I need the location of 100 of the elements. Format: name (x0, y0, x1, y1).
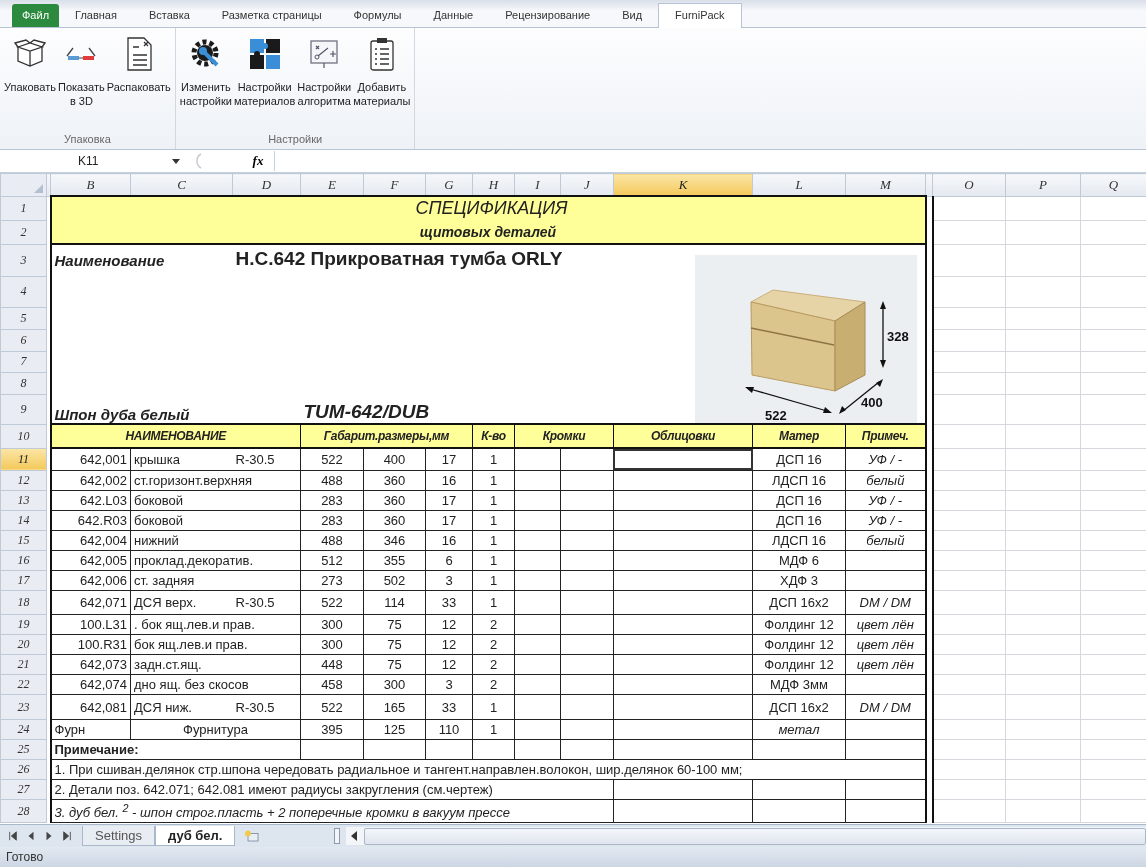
table-cell: 1 (472, 570, 515, 591)
ribbon-tab[interactable]: Данные (417, 4, 490, 27)
table-cell: 283 (300, 510, 364, 531)
table-cell: 12 (425, 614, 473, 635)
name-box[interactable]: K11 (0, 154, 170, 168)
table-cell: . бок ящ.лев.и прав. (130, 614, 301, 635)
ribbon-tab[interactable]: Главная (59, 4, 133, 27)
ribbon-tab[interactable]: Вставка (132, 4, 206, 27)
table-cell: 642,002 (50, 470, 131, 491)
group-label: Упаковка (63, 132, 112, 147)
table-cell: бок ящ.лев.и прав. (130, 634, 301, 655)
ribbon-button[interactable]: Упаковать (3, 32, 57, 130)
row-header[interactable]: 25 (0, 739, 47, 760)
row-header[interactable]: 6 (0, 329, 47, 351)
table-cell: R-30.5 (232, 448, 301, 471)
table-cell: 400 (363, 448, 426, 471)
table-header-cell: Облицовки (613, 424, 753, 448)
row-header[interactable]: 22 (0, 674, 47, 695)
row-header[interactable]: 26 (0, 759, 47, 780)
row-header[interactable]: 23 (0, 694, 47, 720)
table-cell: 75 (363, 614, 426, 635)
column-header[interactable]: P (1005, 173, 1081, 196)
ribbon-button[interactable]: Настройки материалов (232, 32, 297, 130)
row-header[interactable]: 17 (0, 570, 47, 591)
first-sheet-icon[interactable] (8, 831, 18, 841)
table-cell: 75 (363, 654, 426, 675)
table-cell: 360 (363, 490, 426, 511)
select-all-icon[interactable] (34, 183, 43, 193)
column-header[interactable]: K (613, 173, 753, 196)
table-cell: 165 (363, 694, 426, 720)
column-header[interactable]: Q (1080, 173, 1146, 196)
row-header[interactable]: 10 (0, 424, 47, 448)
table-cell: ДСП 16x2 (752, 590, 846, 615)
table-cell: 448 (300, 654, 364, 675)
dimension-label: 522 (764, 408, 787, 423)
active-cell[interactable] (613, 449, 753, 470)
row-header[interactable]: 18 (0, 590, 47, 615)
ribbon-button[interactable]: Распаковать (105, 32, 172, 130)
table-cell: 642,073 (50, 654, 131, 675)
ribbon-button[interactable]: Показать в 3D (57, 32, 106, 130)
table-cell: 1 (472, 470, 515, 491)
table-cell: Фурнитура (130, 719, 301, 740)
ribbon-button[interactable]: Изменить настройки (178, 32, 233, 130)
table-cell: Фолдинг 12 (752, 654, 846, 675)
row-header[interactable]: 12 (0, 470, 47, 491)
table-cell: 12 (425, 654, 473, 675)
ribbon-button[interactable]: Добавить материалы (352, 32, 412, 130)
table-cell: 33 (425, 694, 473, 720)
table-cell: 512 (300, 550, 364, 571)
split-handle[interactable] (333, 828, 340, 844)
last-sheet-icon[interactable] (62, 831, 73, 841)
insert-function-button[interactable]: fx (244, 152, 272, 170)
row-header[interactable]: 8 (0, 372, 47, 394)
row-header[interactable]: 15 (0, 530, 47, 551)
row-header[interactable]: 9 (0, 394, 47, 424)
ribbon-tab[interactable]: FurniPack (658, 3, 742, 28)
row-header[interactable]: 16 (0, 550, 47, 571)
table-header-cell: К-во (472, 424, 515, 448)
table-cell: МДФ 6 (752, 550, 846, 571)
sheet-tab[interactable]: дуб бел. (155, 826, 236, 846)
open-box-icon (14, 39, 46, 69)
row-header[interactable]: 4 (0, 276, 47, 307)
table-cell: Фолдинг 12 (752, 614, 846, 635)
row-header[interactable]: 24 (0, 719, 47, 740)
row-header[interactable]: 13 (0, 490, 47, 511)
row-header[interactable]: 2 (0, 220, 47, 244)
row-header[interactable]: 5 (0, 307, 47, 329)
caret-icon[interactable] (172, 158, 180, 164)
table-cell: 360 (363, 510, 426, 531)
dimension-label: 400 (860, 395, 883, 410)
row-header[interactable]: 3 (0, 244, 47, 276)
table-cell: 2 (472, 674, 515, 695)
ribbon-tab[interactable]: Файл (12, 4, 60, 27)
table-cell: метал (752, 719, 846, 740)
row-header[interactable]: 19 (0, 614, 47, 635)
row-header[interactable]: 21 (0, 654, 47, 675)
row-header[interactable]: 20 (0, 634, 47, 655)
dimension-arrow (838, 379, 883, 414)
ribbon-tab[interactable]: Вид (606, 4, 659, 27)
table-cell: 360 (363, 470, 426, 491)
spec-subtitle: щитовых деталей (50, 220, 926, 244)
row-header[interactable]: 27 (0, 779, 47, 800)
previous-sheet-icon[interactable] (26, 831, 37, 841)
sheet-tab[interactable]: Settings (82, 826, 156, 846)
table-cell: 1 (472, 448, 515, 471)
ribbon-button[interactable]: Настройки алгоритма (296, 32, 353, 130)
status-text: Готово (6, 850, 44, 864)
column-header[interactable]: O (932, 173, 1006, 196)
ribbon-tab[interactable]: Рецензирование (489, 4, 607, 27)
row-header[interactable]: 1 (0, 196, 47, 220)
row-header[interactable]: 28 (0, 799, 47, 823)
row-header[interactable]: 14 (0, 510, 47, 531)
ribbon-tab[interactable]: Формулы (337, 4, 418, 27)
table-cell: 300 (300, 614, 364, 635)
row-header[interactable]: 7 (0, 351, 47, 372)
table-cell: 346 (363, 530, 426, 551)
ribbon-tab[interactable]: Разметка страницы (205, 4, 338, 27)
table-cell: 16 (425, 470, 473, 491)
row-header[interactable]: 11 (0, 448, 47, 471)
insert-sheet-icon[interactable] (243, 828, 262, 844)
